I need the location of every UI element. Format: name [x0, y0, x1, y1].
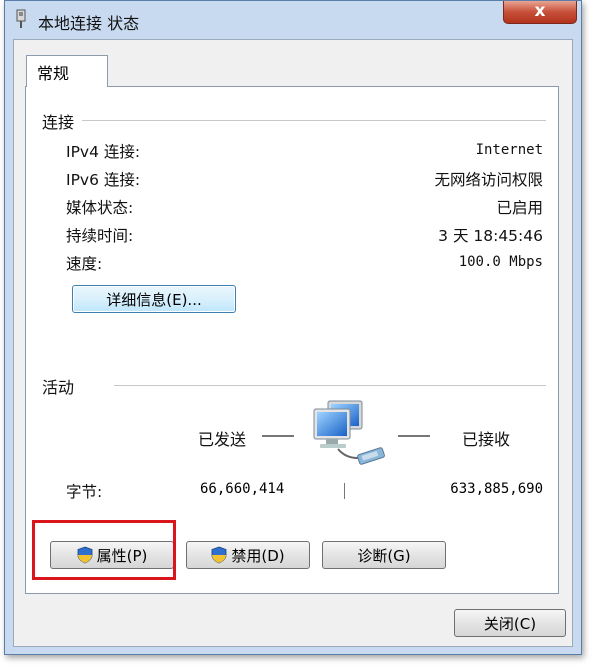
received-label: 已接收	[462, 430, 511, 449]
network-computers-icon	[313, 400, 385, 465]
tab-general[interactable]: 常规	[26, 55, 108, 87]
media-state-value: 已启用	[496, 199, 543, 217]
uac-shield-icon	[211, 546, 227, 564]
media-state-label: 媒体状态:	[66, 199, 134, 217]
sent-label: 已发送	[198, 430, 247, 449]
diagnose-button[interactable]: 诊断(G)	[322, 541, 446, 569]
activity-center-line	[344, 483, 345, 499]
ipv4-label: IPv4 连接:	[66, 143, 141, 161]
disable-button-label: 禁用(D)	[231, 546, 285, 565]
received-line	[398, 435, 430, 437]
tab-panel-general: 连接 IPv4 连接: Internet IPv6 连接: 无网络访问权限 媒体…	[25, 86, 559, 594]
bytes-label: 字节:	[66, 483, 103, 501]
duration-value: 3 天 18:45:46	[438, 227, 543, 245]
close-window-button[interactable]: x	[503, 1, 577, 24]
activity-divider	[114, 385, 546, 387]
connection-divider	[82, 120, 546, 122]
ipv6-value: 无网络访问权限	[434, 171, 543, 189]
speed-label: 速度:	[66, 255, 103, 273]
activity-group-label: 活动	[42, 378, 75, 397]
close-button[interactable]: 关闭(C)	[454, 609, 566, 637]
ipv6-label: IPv6 连接:	[66, 171, 141, 189]
properties-highlight-box	[32, 520, 176, 580]
speed-value: 100.0 Mbps	[458, 254, 543, 270]
bytes-sent-value: 66,660,414	[200, 481, 285, 497]
title-bar[interactable]: 本地连接 状态 x	[5, 1, 581, 39]
bytes-received-value: 633,885,690	[450, 481, 543, 497]
window-title: 本地连接 状态	[38, 14, 140, 33]
ipv4-value: Internet	[475, 142, 543, 158]
disable-button[interactable]: 禁用(D)	[186, 541, 310, 569]
details-button[interactable]: 详细信息(E)...	[72, 285, 236, 313]
duration-label: 持续时间:	[66, 227, 134, 245]
network-adapter-icon	[16, 9, 26, 28]
sent-line	[262, 435, 294, 437]
connection-group-label: 连接	[42, 113, 75, 132]
